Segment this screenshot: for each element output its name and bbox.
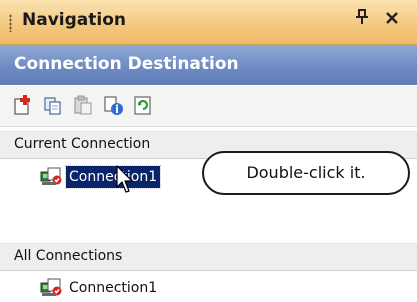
new-connection-icon[interactable]: [12, 94, 34, 116]
all-connections-item[interactable]: Connection1: [40, 277, 190, 299]
connection-icon: [40, 167, 62, 187]
pin-icon[interactable]: [355, 8, 369, 31]
drag-grip-icon[interactable]: [9, 14, 12, 32]
refresh-icon[interactable]: [132, 94, 154, 116]
instruction-callout: Double-click it.: [202, 151, 410, 195]
all-connections-header: All Connections: [0, 243, 417, 271]
connection-destination-title: Connection Destination: [14, 54, 239, 74]
connection-destination-header: Connection Destination: [0, 45, 417, 85]
close-icon[interactable]: [385, 8, 399, 31]
connection-icon: [40, 278, 62, 298]
navigation-panel: Navigation Connection Destination Curren…: [0, 0, 417, 302]
current-connection-label: Current Connection: [14, 136, 151, 152]
properties-icon[interactable]: [102, 94, 124, 116]
panel-title: Navigation: [22, 10, 126, 30]
callout-text: Double-click it.: [246, 163, 366, 182]
toolbar: [0, 86, 417, 127]
paste-icon[interactable]: [72, 94, 94, 116]
copy-icon[interactable]: [42, 94, 64, 116]
all-connections-label: All Connections: [14, 248, 123, 264]
navigation-titlebar[interactable]: Navigation: [0, 0, 417, 45]
current-connection-name: Connection1: [64, 165, 162, 189]
all-connections-name: Connection1: [69, 280, 158, 296]
mouse-pointer-icon: [115, 165, 137, 195]
